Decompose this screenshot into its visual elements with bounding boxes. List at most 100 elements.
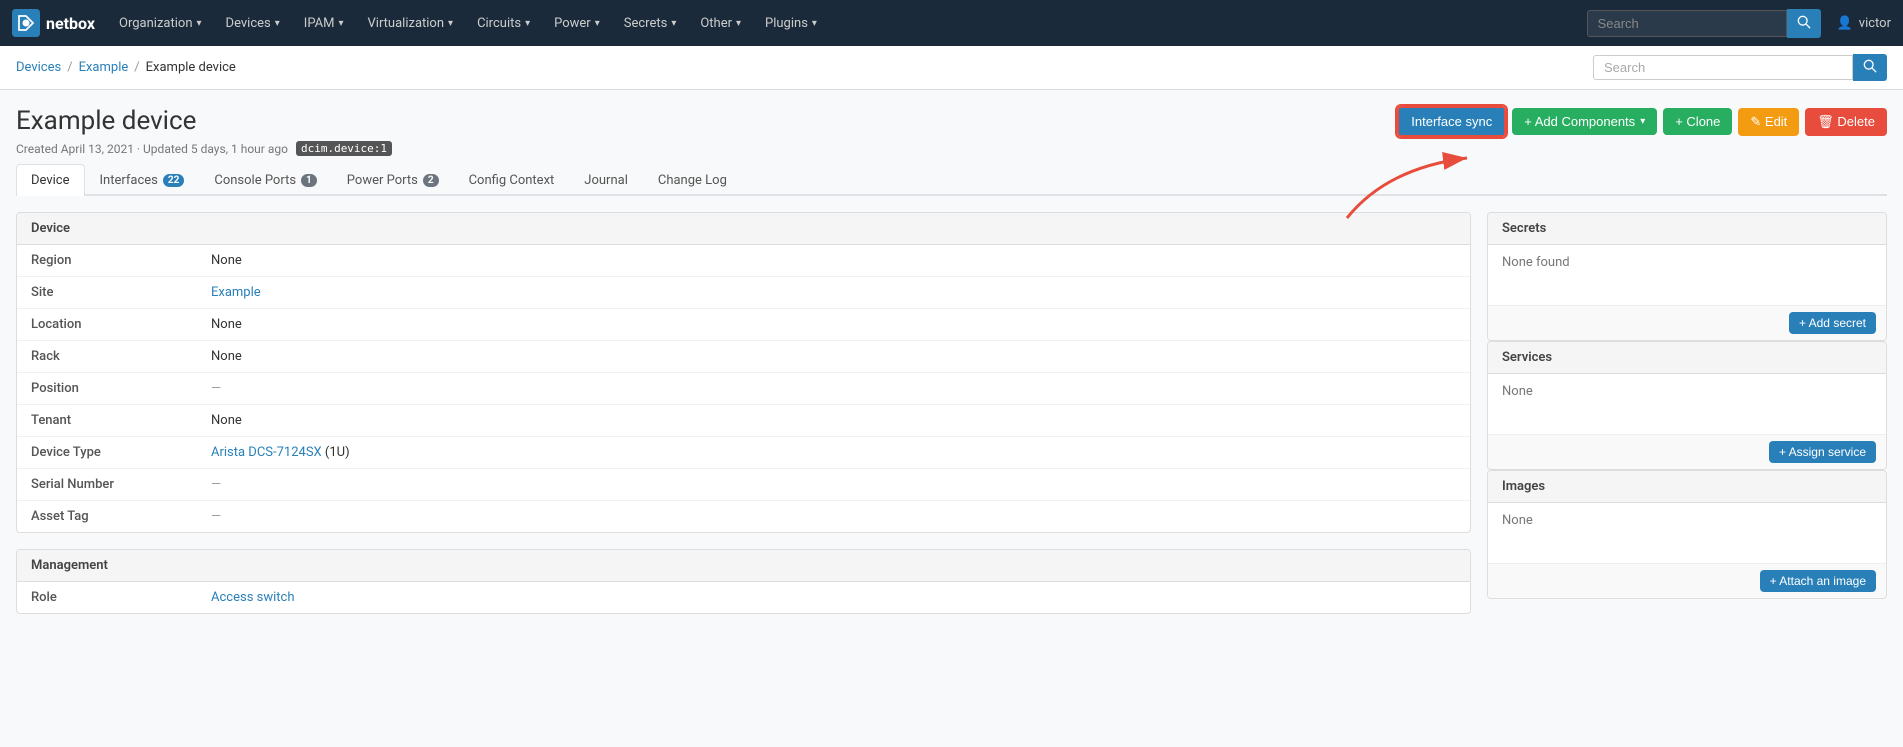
row-label-serial: Serial Number [17, 469, 197, 501]
tab-device[interactable]: Device [16, 164, 85, 196]
breadcrumb-current: Example device [146, 60, 236, 75]
nav-item-plugins[interactable]: Plugins [755, 10, 827, 37]
images-panel-body: None [1488, 503, 1886, 563]
edit-button[interactable]: ✎ Edit [1738, 108, 1799, 136]
nav-item-devices[interactable]: Devices [216, 10, 290, 37]
page-header: Example device Created April 13, 2021 · … [16, 106, 1887, 156]
tab-console-ports-label: Console Ports [214, 173, 296, 188]
nav-item-organization[interactable]: Organization [109, 10, 212, 37]
management-panel: Management Role Access switch [16, 549, 1471, 614]
user-icon: 👤 [1837, 16, 1853, 31]
tab-power-ports-badge: 2 [423, 174, 439, 187]
row-label-position: Position [17, 373, 197, 405]
images-panel-heading: Images [1488, 471, 1886, 503]
nav-item-secrets[interactable]: Secrets [614, 10, 687, 37]
role-link[interactable]: Access switch [211, 590, 294, 605]
images-panel-footer: + Attach an image [1488, 563, 1886, 598]
tab-console-ports[interactable]: Console Ports 1 [199, 164, 331, 196]
sub-search-input[interactable] [1593, 55, 1853, 80]
tab-interfaces[interactable]: Interfaces 22 [85, 164, 200, 196]
clone-button[interactable]: + Clone [1663, 108, 1732, 135]
nav-item-circuits[interactable]: Circuits [467, 10, 540, 37]
sub-search-button[interactable] [1853, 54, 1887, 81]
row-label-location: Location [17, 309, 197, 341]
tab-interfaces-badge: 22 [163, 174, 184, 187]
row-label-asset-tag: Asset Tag [17, 501, 197, 533]
management-panel-body: Role Access switch [17, 582, 1470, 613]
assign-service-button[interactable]: + Assign service [1769, 441, 1876, 463]
table-row: Device Type Arista DCS-7124SX (1U) [17, 437, 1470, 469]
site-link[interactable]: Example [211, 285, 261, 300]
top-nav-search [1587, 9, 1821, 38]
breadcrumb-example[interactable]: Example [79, 60, 129, 75]
secrets-panel-heading: Secrets [1488, 213, 1886, 245]
device-panel: Device Region None Site Example [16, 212, 1471, 533]
table-row: Rack None [17, 341, 1470, 373]
delete-button[interactable]: 🗑 Delete [1805, 108, 1887, 136]
main-content: Example device Created April 13, 2021 · … [0, 90, 1903, 630]
right-column: Secrets None found + Add secret Services… [1487, 212, 1887, 630]
interface-sync-button[interactable]: Interface sync [1397, 106, 1506, 137]
page-meta-text: Created April 13, 2021 · Updated 5 days,… [16, 142, 288, 156]
sub-nav-search [1593, 54, 1887, 81]
images-panel: Images None + Attach an image [1487, 470, 1887, 599]
breadcrumb-sep-1: / [67, 60, 72, 75]
tab-power-ports[interactable]: Power Ports 2 [332, 164, 454, 196]
nav-item-virtualization[interactable]: Virtualization [358, 10, 464, 37]
row-value-device-type: Arista DCS-7124SX (1U) [197, 437, 1470, 469]
dcim-badge: dcim.device:1 [296, 141, 392, 156]
table-row: Tenant None [17, 405, 1470, 437]
row-value-asset-tag: — [197, 501, 1470, 533]
row-label-site: Site [17, 277, 197, 309]
table-row: Site Example [17, 277, 1470, 309]
secrets-panel-body: None found [1488, 245, 1886, 305]
device-table: Region None Site Example Location None [17, 245, 1470, 532]
tab-interfaces-label: Interfaces [100, 173, 158, 188]
tab-config-context[interactable]: Config Context [454, 164, 570, 196]
device-type-link[interactable]: Arista DCS-7124SX [211, 445, 322, 460]
tab-change-log-label: Change Log [658, 173, 727, 188]
row-label-device-type: Device Type [17, 437, 197, 469]
row-label-tenant: Tenant [17, 405, 197, 437]
app-logo[interactable]: netbox [12, 9, 95, 37]
content-grid: Device Region None Site Example [16, 212, 1887, 630]
table-row: Location None [17, 309, 1470, 341]
services-panel: Services None + Assign service [1487, 341, 1887, 470]
add-components-button[interactable]: + Add Components [1512, 108, 1657, 135]
device-panel-heading: Device [17, 213, 1470, 245]
tab-console-ports-badge: 1 [301, 174, 317, 187]
row-value-serial: — [197, 469, 1470, 501]
row-label-rack: Rack [17, 341, 197, 373]
breadcrumb-sep-2: / [134, 60, 139, 75]
sub-navigation: Devices / Example / Example device [0, 46, 1903, 90]
row-label-region: Region [17, 245, 197, 277]
search-icon [1797, 15, 1811, 29]
secrets-panel: Secrets None found + Add secret [1487, 212, 1887, 341]
tab-power-ports-label: Power Ports [347, 173, 418, 188]
table-row: Role Access switch [17, 582, 1470, 613]
netbox-logo-icon [12, 9, 40, 37]
page-meta: Created April 13, 2021 · Updated 5 days,… [16, 141, 392, 156]
page-title: Example device [16, 106, 392, 137]
top-search-input[interactable] [1587, 10, 1787, 37]
device-panel-body: Region None Site Example Location None [17, 245, 1470, 532]
add-secret-button[interactable]: + Add secret [1789, 312, 1876, 334]
tab-config-context-label: Config Context [469, 173, 555, 188]
row-value-position: — [197, 373, 1470, 405]
top-search-button[interactable] [1787, 9, 1821, 38]
row-value-region: None [197, 245, 1470, 277]
management-panel-heading: Management [17, 550, 1470, 582]
nav-item-power[interactable]: Power [544, 10, 610, 37]
tab-journal[interactable]: Journal [569, 164, 643, 196]
services-none-text: None [1502, 384, 1533, 399]
row-value-site: Example [197, 277, 1470, 309]
breadcrumb-devices[interactable]: Devices [16, 60, 61, 75]
nav-item-ipam[interactable]: IPAM [294, 10, 354, 37]
user-menu[interactable]: 👤 victor [1837, 16, 1891, 31]
nav-item-other[interactable]: Other [690, 10, 751, 37]
app-logo-text: netbox [46, 14, 95, 33]
username: victor [1859, 16, 1891, 31]
attach-image-button[interactable]: + Attach an image [1760, 570, 1876, 592]
management-table: Role Access switch [17, 582, 1470, 613]
tab-change-log[interactable]: Change Log [643, 164, 742, 196]
